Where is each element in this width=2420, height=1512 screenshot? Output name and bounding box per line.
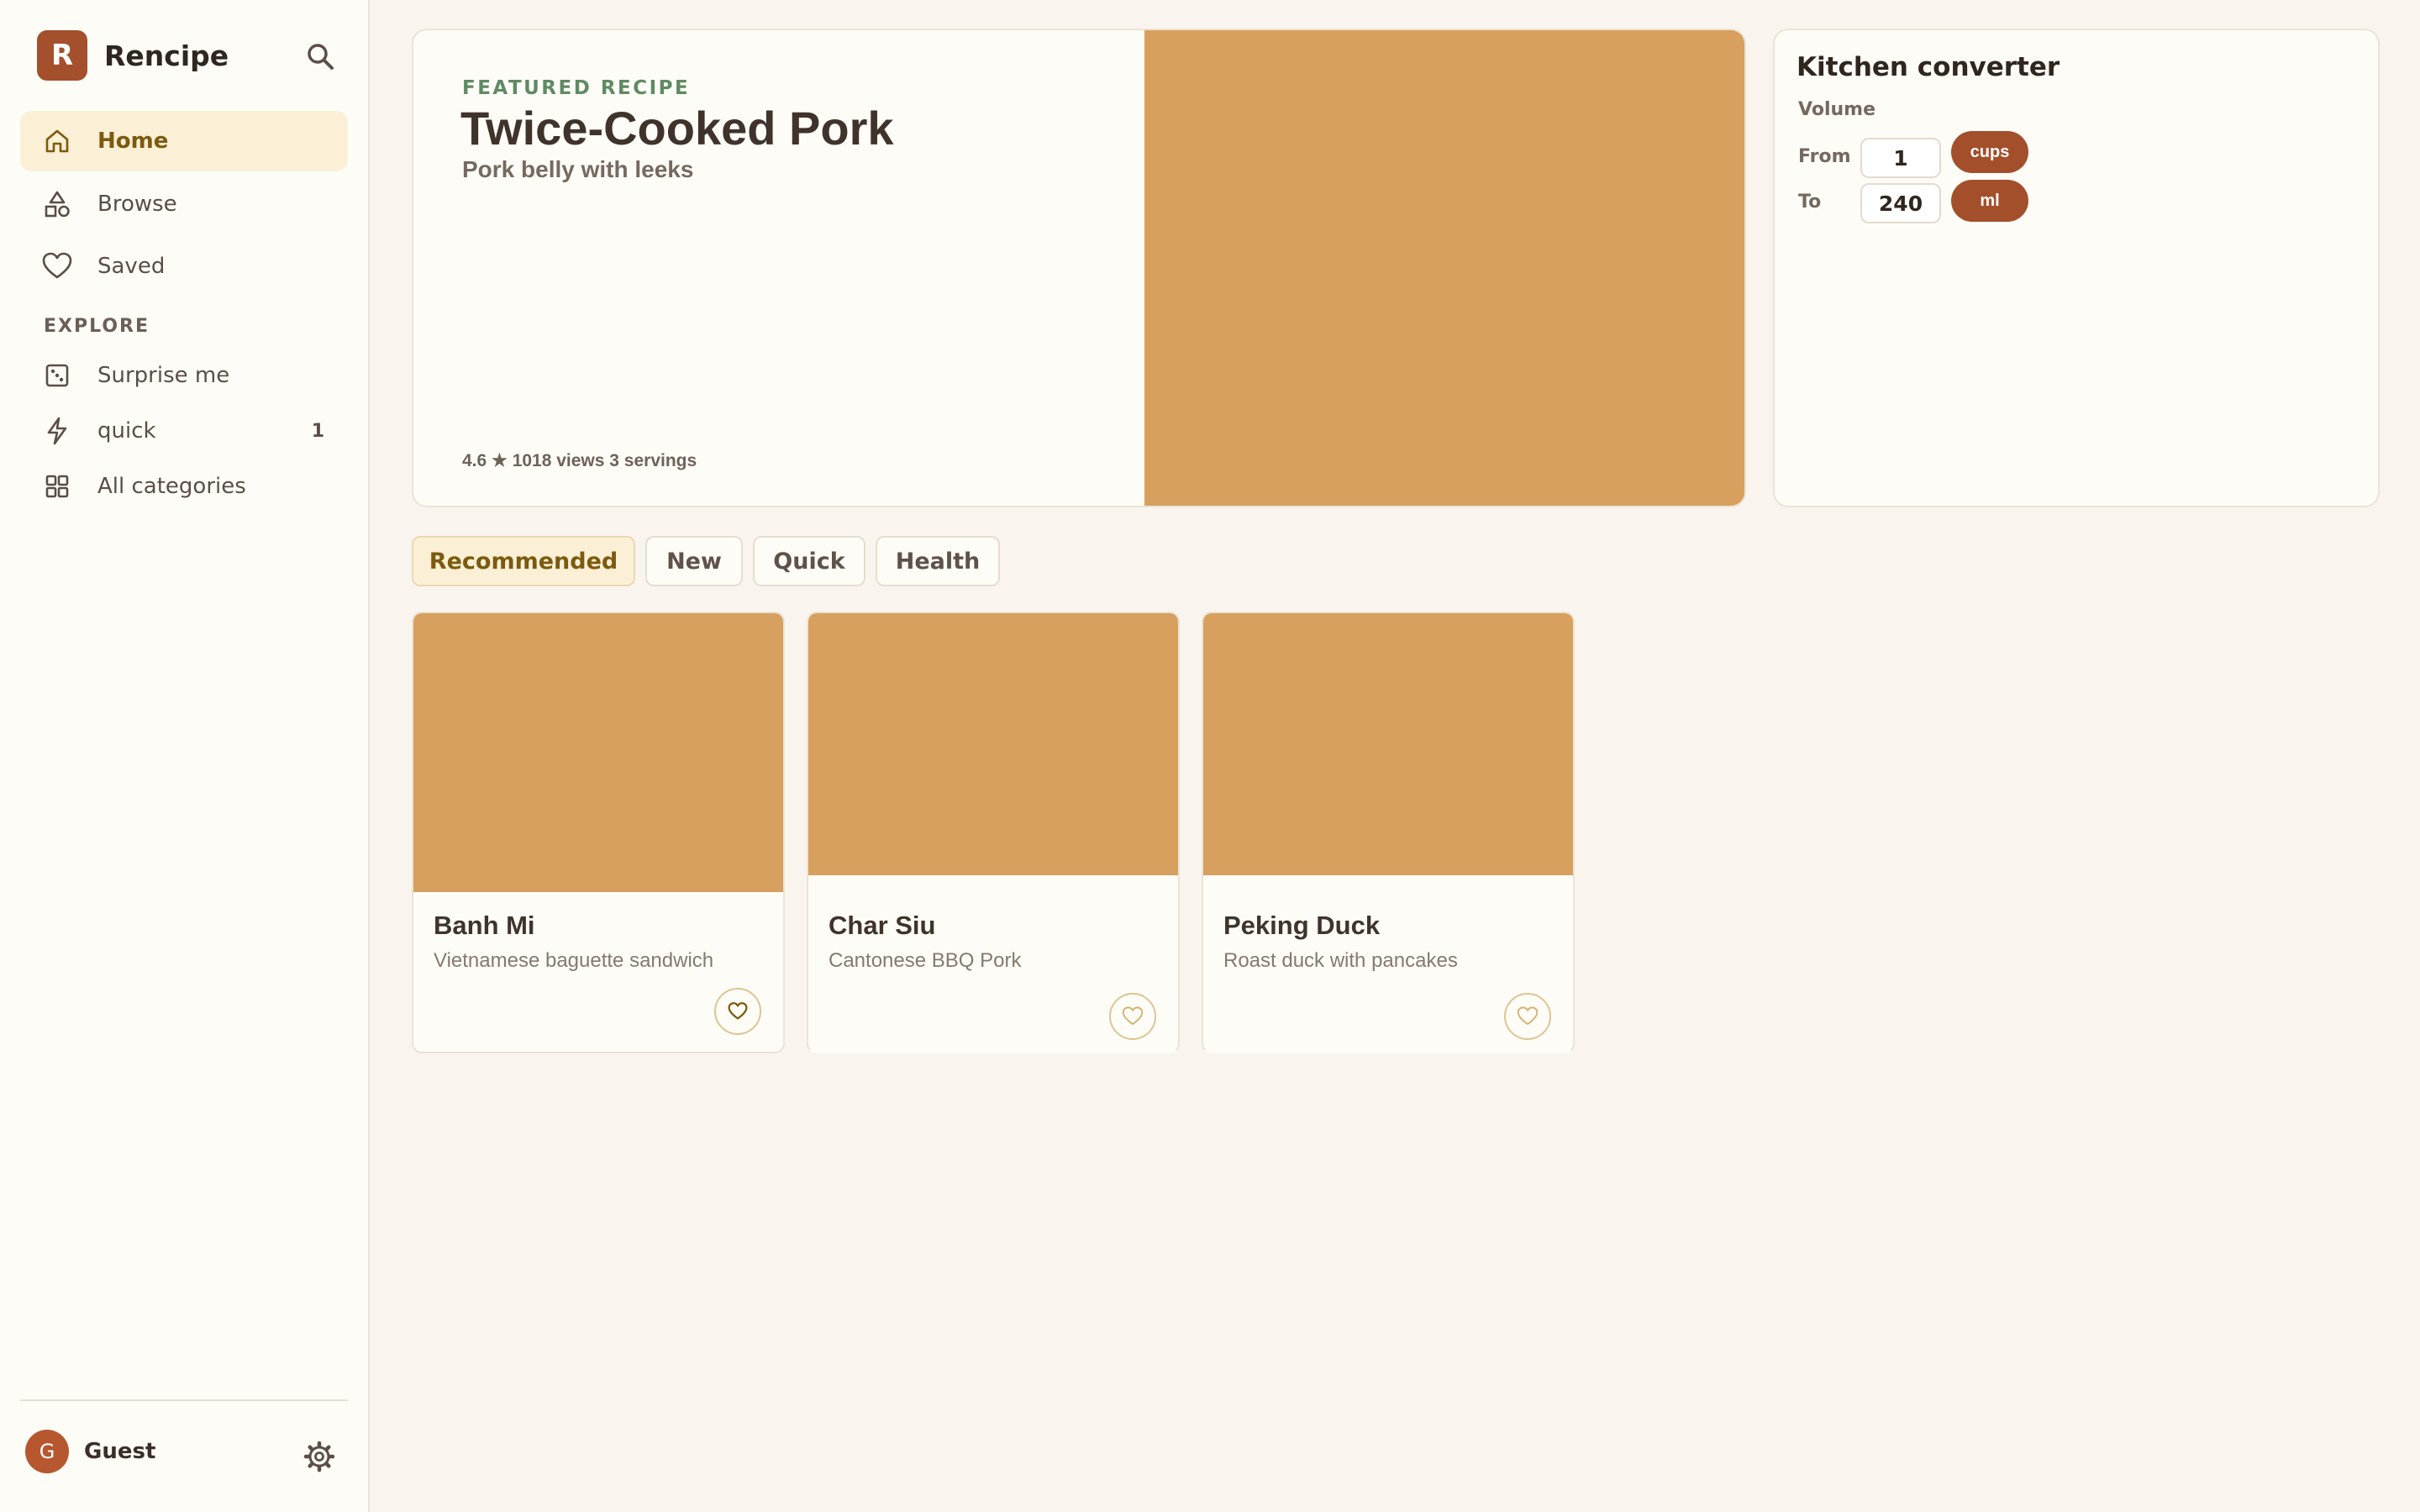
- bolt-icon: [42, 416, 72, 446]
- tab-health[interactable]: Health: [876, 536, 1000, 586]
- nav-home-label: Home: [97, 129, 169, 154]
- converter-category: Volume: [1798, 99, 1876, 120]
- app-name: Rencipe: [104, 39, 229, 72]
- settings-button[interactable]: [302, 1440, 336, 1473]
- heart-icon: [42, 251, 72, 281]
- explore-heading: EXPLORE: [44, 316, 150, 337]
- nav-saved[interactable]: Saved: [20, 236, 348, 297]
- recipe-card[interactable]: Banh Mi Vietnamese baguette sandwich: [412, 612, 785, 1053]
- recipe-image: [1203, 613, 1573, 875]
- recipe-title: Peking Duck: [1223, 911, 1381, 940]
- featured-subtitle: Pork belly with leeks: [462, 156, 694, 182]
- recipe-card[interactable]: Peking Duck Roast duck with pancakes: [1202, 612, 1575, 1053]
- converter-from-input[interactable]: 1: [1860, 138, 1941, 178]
- featured-recipe-card[interactable]: FEATURED RECIPE Twice-Cooked Pork Pork b…: [412, 29, 1746, 507]
- recipe-description: Cantonese BBQ Pork: [829, 949, 1022, 972]
- search-button[interactable]: [304, 40, 338, 74]
- favorite-button[interactable]: [1504, 993, 1551, 1040]
- shapes-icon: [42, 189, 72, 219]
- favorite-button[interactable]: [1109, 993, 1156, 1040]
- recipe-description: Vietnamese baguette sandwich: [434, 949, 714, 972]
- divider: [20, 1399, 348, 1401]
- tab-quick[interactable]: Quick: [753, 536, 865, 586]
- nav-browse[interactable]: Browse: [20, 174, 348, 234]
- dice-icon: [42, 360, 72, 391]
- nav-browse-label: Browse: [97, 192, 177, 217]
- converter-from-label: From: [1798, 146, 1851, 167]
- recipe-image: [808, 613, 1178, 875]
- brand[interactable]: R Rencipe: [37, 30, 229, 81]
- recipe-image: [413, 613, 783, 892]
- featured-kicker: FEATURED RECIPE: [462, 77, 691, 99]
- featured-image: [1144, 30, 1744, 506]
- recipe-title: Banh Mi: [434, 911, 535, 940]
- avatar: G: [25, 1430, 69, 1473]
- heart-icon: [728, 1002, 748, 1020]
- nav-surprise-label: Surprise me: [97, 363, 230, 388]
- kitchen-converter: Kitchen converter Volume From 1 cups To …: [1773, 29, 2380, 507]
- tab-new[interactable]: New: [645, 536, 743, 586]
- nav-all-categories[interactable]: All categories: [20, 456, 348, 517]
- search-icon: [308, 44, 334, 70]
- user-profile[interactable]: G Guest: [25, 1430, 155, 1473]
- grid-icon: [42, 471, 72, 501]
- tab-recommended[interactable]: Recommended: [412, 536, 635, 586]
- nav-quick-count: 1: [311, 420, 324, 442]
- featured-meta: 4.6 ★ 1018 views 3 servings: [462, 451, 697, 470]
- converter-to-unit-button[interactable]: ml: [1951, 180, 2028, 222]
- recipe-title: Char Siu: [829, 911, 936, 940]
- converter-title: Kitchen converter: [1797, 52, 2060, 82]
- converter-from-unit-button[interactable]: cups: [1951, 131, 2028, 173]
- nav-home[interactable]: Home: [20, 111, 348, 171]
- gear-icon: [303, 1441, 335, 1473]
- nav-surprise-me[interactable]: Surprise me: [20, 345, 348, 406]
- user-name: Guest: [84, 1439, 156, 1464]
- home-icon: [42, 126, 72, 156]
- nav-quick-label: quick: [97, 418, 156, 444]
- nav-quick[interactable]: quick 1: [20, 401, 348, 461]
- converter-to-label: To: [1798, 192, 1822, 213]
- app-logo: R: [37, 30, 87, 81]
- recipe-card[interactable]: Char Siu Cantonese BBQ Pork: [807, 612, 1180, 1053]
- favorite-button[interactable]: [714, 988, 761, 1035]
- heart-icon: [1517, 1006, 1539, 1026]
- nav-saved-label: Saved: [97, 254, 166, 279]
- featured-title: Twice-Cooked Pork: [460, 102, 894, 155]
- converter-to-input[interactable]: 240: [1860, 183, 1941, 223]
- nav-all-categories-label: All categories: [97, 474, 246, 499]
- recipe-description: Roast duck with pancakes: [1223, 949, 1458, 972]
- sidebar: R Rencipe Home Browse Saved EXPLORE Surp…: [0, 0, 370, 1512]
- heart-icon: [1122, 1006, 1144, 1026]
